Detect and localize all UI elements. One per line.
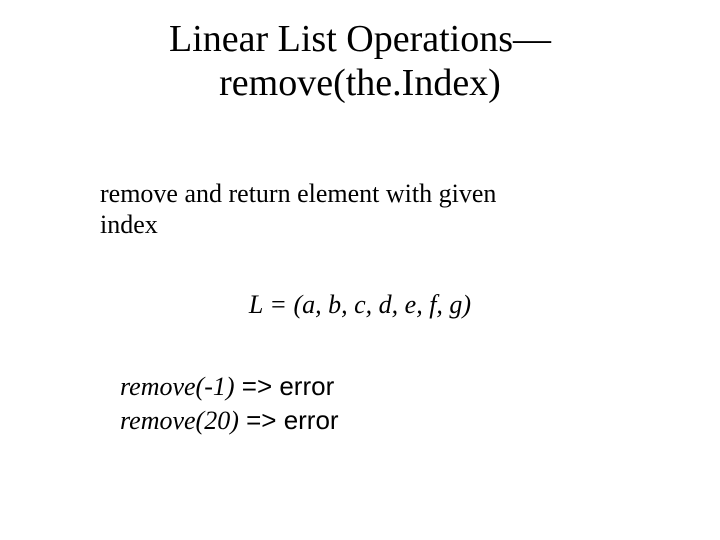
examples-block: remove(-1) => error remove(20) => error [120,370,339,437]
example-result-1: => error [235,371,335,401]
slide-title: Linear List Operations— remove(the.Index… [0,0,720,105]
example-row-2: remove(20) => error [120,404,339,438]
example-call-2: remove(20) [120,406,239,435]
title-line-1: Linear List Operations— [169,18,551,60]
list-definition: L = (a, b, c, d, e, f, g) [0,290,720,320]
description-line-2: index [100,210,158,239]
example-row-1: remove(-1) => error [120,370,339,404]
example-result-2: => error [239,405,339,435]
title-line-2: remove(the.Index) [219,62,501,104]
description: remove and return element with given ind… [100,178,620,240]
description-line-1: remove and return element with given [100,179,496,208]
example-call-1: remove(-1) [120,372,235,401]
slide: Linear List Operations— remove(the.Index… [0,0,720,540]
